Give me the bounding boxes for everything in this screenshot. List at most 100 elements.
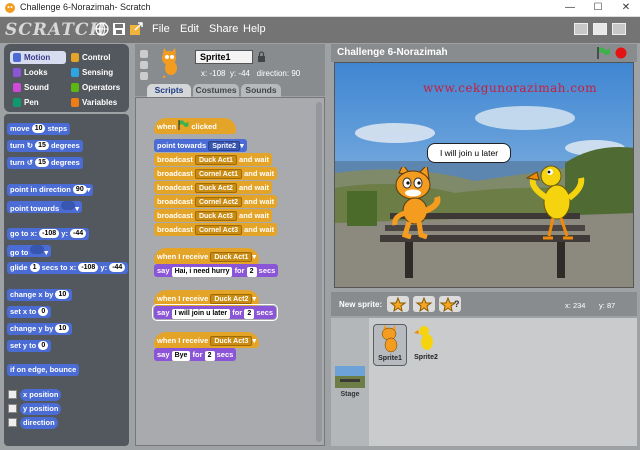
reporter-x-position[interactable]: x position	[20, 389, 62, 401]
reporter-y-position[interactable]: y position	[20, 403, 62, 415]
y-position-checkbox[interactable]	[8, 404, 17, 413]
block-go-to[interactable]: go to ▾	[7, 245, 52, 257]
block-set-x[interactable]: set x to 0	[7, 306, 52, 318]
sprite2-duck[interactable]	[525, 158, 585, 243]
sprite-thumbnail	[162, 48, 177, 78]
broadcast-wait-block[interactable]: broadcast Duck Act1 and wait	[154, 153, 273, 166]
category-operators[interactable]: Operators	[68, 81, 124, 94]
block-set-y[interactable]: set y to 0	[7, 340, 52, 352]
new-sprite-label: New sprite:	[339, 300, 383, 309]
small-stage-mode-icon[interactable]	[574, 23, 588, 35]
block-glide[interactable]: glide 1 secs to x: -108 y: -44	[7, 262, 129, 274]
point-towards-block[interactable]: point towards Sprite2 ▾	[154, 139, 247, 152]
broadcast-wait-block[interactable]: broadcast Cornel Act1 and wait	[154, 167, 278, 180]
category-sound[interactable]: Sound	[10, 81, 66, 94]
when-i-receive-block[interactable]: when I receive Duck Act1 ▾	[154, 248, 260, 264]
share-icon[interactable]	[129, 22, 143, 36]
block-palette: move 10 steps turn ↻ 15 degrees turn ↺ 1…	[4, 114, 129, 446]
choose-sprite-button[interactable]	[413, 296, 435, 313]
block-turn-right[interactable]: turn ↻ 15 degrees	[7, 140, 83, 152]
tab-costumes[interactable]: Costumes	[193, 84, 239, 97]
broadcast-wait-block[interactable]: broadcast Duck Act2 and wait	[154, 181, 273, 194]
stage-thumbnail	[335, 366, 365, 388]
no-rotate-icon[interactable]	[140, 72, 148, 80]
tab-scripts[interactable]: Scripts	[147, 84, 191, 97]
paint-sprite-button[interactable]	[387, 296, 409, 313]
stage-thumbnail-panel[interactable]: Stage	[331, 318, 369, 446]
close-icon[interactable]: ✕	[612, 0, 640, 17]
menu-help[interactable]: Help	[243, 23, 266, 35]
block-bounce[interactable]: if on edge, bounce	[7, 364, 80, 376]
stop-icon[interactable]	[615, 47, 627, 59]
block-point-in-direction[interactable]: point in direction 90 ▾	[7, 184, 94, 196]
presentation-mode-icon[interactable]	[612, 23, 626, 35]
sprite-tile-sprite1[interactable]: Sprite1	[373, 324, 407, 366]
block-change-x[interactable]: change x by 10	[7, 289, 73, 301]
stage[interactable]: www.cekgunorazimah.com I will join u lat…	[334, 62, 634, 288]
direction-checkbox[interactable]	[8, 418, 17, 427]
say-for-secs-block[interactable]: say Bye for 2 secs	[154, 348, 237, 361]
random-sprite-button[interactable]: ?	[439, 296, 461, 313]
broadcast-wait-block[interactable]: broadcast Cornel Act2 and wait	[154, 195, 278, 208]
sprite1-cat[interactable]	[385, 167, 445, 239]
maximize-icon[interactable]: ☐	[584, 0, 612, 17]
when-i-receive-block[interactable]: when I receive Duck Act2 ▾	[154, 290, 260, 306]
x-position-checkbox[interactable]	[8, 390, 17, 399]
say-for-secs-block[interactable]: say Hai, i need hurry for 2 secs	[154, 264, 279, 277]
sprite-list: Stage Sprite1 Sprite2	[331, 318, 637, 446]
category-control[interactable]: Control	[68, 51, 124, 64]
rotate-ccw-icon: ↺	[26, 158, 33, 167]
green-flag-icon[interactable]	[597, 47, 611, 59]
scripts-area[interactable]: when clicked point towards Sprite2 ▾ broa…	[135, 97, 325, 446]
scripts-scrollbar-track[interactable]	[316, 102, 322, 442]
green-flag-icon	[178, 120, 189, 130]
lock-icon[interactable]	[257, 51, 266, 63]
category-looks[interactable]: Looks	[10, 66, 66, 79]
tab-sounds[interactable]: Sounds	[241, 84, 281, 97]
sprite-name-field[interactable]: Sprite1	[195, 50, 253, 64]
category-pen[interactable]: Pen	[10, 96, 66, 109]
reporter-direction[interactable]: direction	[20, 417, 58, 429]
sprite2-thumbnail	[414, 326, 433, 350]
sprite-coordinates: x: -108 y: -44 direction: 90	[201, 69, 301, 78]
rotate-style-icon[interactable]	[140, 50, 148, 58]
sprite1-thumbnail	[381, 325, 398, 353]
category-motion[interactable]: Motion	[10, 51, 66, 64]
window-titlebar: Challenge 6-Norazimah- Scratch — ☐ ✕	[0, 0, 640, 17]
say-for-secs-block[interactable]: say I will join u later for 2 secs	[152, 304, 278, 321]
minimize-icon[interactable]: —	[556, 0, 584, 17]
globe-icon[interactable]	[95, 22, 109, 36]
watermark-text: www.cekgunorazimah.com	[423, 81, 598, 95]
when-i-receive-block[interactable]: when I receive Duck Act3 ▾	[154, 332, 260, 348]
block-point-towards[interactable]: point towards ▾	[7, 201, 83, 213]
menu-bar: SCRATCH File Edit Share Help	[0, 17, 640, 43]
block-go-to-xy[interactable]: go to x: -108 y: -44	[7, 228, 90, 240]
svg-text:?: ?	[454, 299, 460, 309]
speech-bubble: I will join u later	[427, 143, 511, 163]
flip-style-icon[interactable]	[140, 61, 148, 69]
sprite-tile-sprite2[interactable]: Sprite2	[409, 324, 443, 366]
new-sprite-bar: New sprite: ? x: 234 y: 87	[331, 292, 637, 316]
stage-backdrop	[335, 63, 633, 287]
block-turn-left[interactable]: turn ↺ 15 degrees	[7, 157, 83, 169]
paint-star-icon	[389, 296, 407, 313]
save-icon[interactable]	[112, 22, 126, 36]
normal-stage-mode-icon[interactable]	[593, 23, 607, 35]
mouse-x-readout: x: 234	[565, 301, 586, 310]
category-sensing[interactable]: Sensing	[68, 66, 124, 79]
menu-edit[interactable]: Edit	[180, 23, 199, 35]
menu-file[interactable]: File	[152, 23, 170, 35]
window-title: Challenge 6-Norazimah- Scratch	[20, 2, 151, 12]
broadcast-wait-block[interactable]: broadcast Cornel Act3 and wait	[154, 223, 278, 236]
category-variables[interactable]: Variables	[68, 96, 124, 109]
menu-share[interactable]: Share	[209, 23, 238, 35]
stage-header: Challenge 6-Norazimah	[331, 44, 637, 62]
folder-star-icon	[415, 296, 433, 313]
block-change-y[interactable]: change y by 10	[7, 323, 73, 335]
stage-thumbnail-label: Stage	[340, 391, 360, 398]
broadcast-wait-block[interactable]: broadcast Duck Act3 and wait	[154, 209, 273, 222]
rotate-cw-icon: ↻	[26, 141, 33, 150]
scratch-logo: SCRATCH	[5, 20, 107, 40]
block-move-steps[interactable]: move 10 steps	[7, 123, 71, 135]
when-flag-clicked-block[interactable]: when clicked	[154, 118, 236, 134]
